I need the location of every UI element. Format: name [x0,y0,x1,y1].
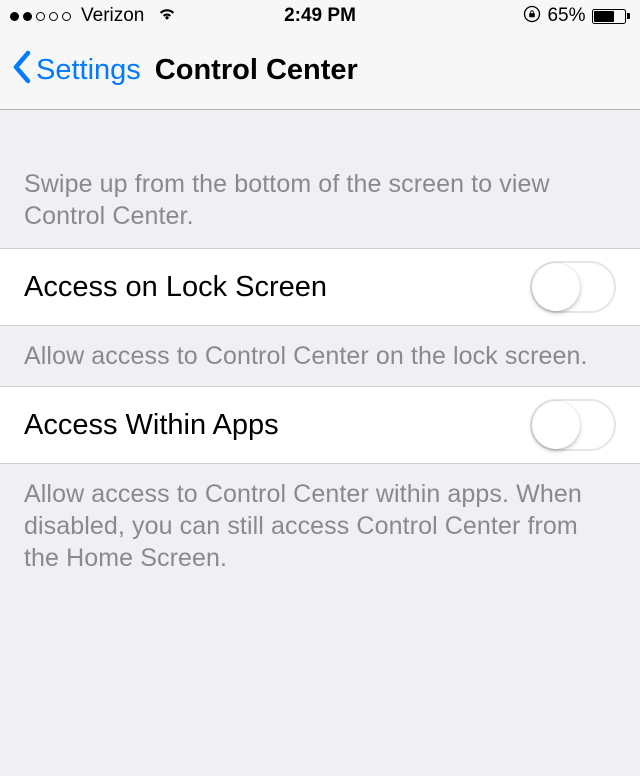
battery-percentage: 65% [547,5,585,27]
cell-label: Access on Lock Screen [24,271,530,304]
status-right: 65% [523,5,630,28]
navigation-bar: Settings Control Center [0,32,640,110]
switch-knob [532,263,580,311]
carrier-label: Verizon [81,5,144,27]
lock-screen-access-toggle[interactable] [530,261,616,313]
back-label: Settings [36,54,141,87]
clock: 2:49 PM [284,5,356,27]
battery-icon [592,9,631,24]
back-button[interactable]: Settings [12,50,141,92]
wifi-icon [156,5,178,27]
switch-knob [532,401,580,449]
page-title: Control Center [155,54,358,87]
rotation-lock-icon [523,5,541,28]
lock-screen-access-cell: Access on Lock Screen [0,248,640,326]
status-left: Verizon [10,5,178,27]
signal-strength-icon [10,12,71,21]
section-description: Allow access to Control Center on the lo… [0,326,640,386]
within-apps-access-cell: Access Within Apps [0,386,640,464]
cell-label: Access Within Apps [24,409,530,442]
section-description: Swipe up from the bottom of the screen t… [0,110,640,248]
within-apps-access-toggle[interactable] [530,399,616,451]
chevron-left-icon [12,50,32,92]
status-bar: Verizon 2:49 PM 65% [0,0,640,32]
section-description: Allow access to Control Center within ap… [0,464,640,588]
